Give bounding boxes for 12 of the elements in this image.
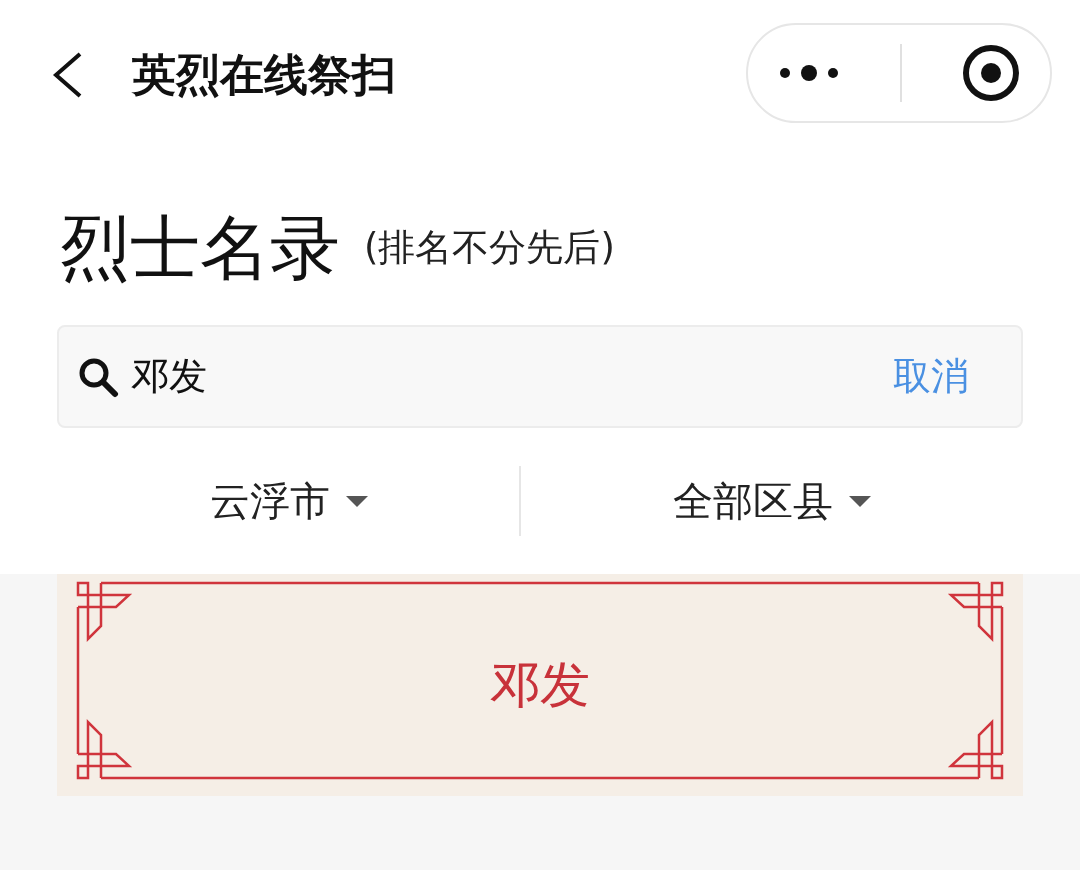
- caret-icon: [345, 495, 368, 507]
- martyr-name: 邓发: [490, 654, 590, 716]
- subtitle: (排名不分先后): [364, 224, 615, 271]
- more-icon[interactable]: [778, 64, 840, 82]
- filter-dropdown[interactable]: 全部区县: [672, 471, 871, 531]
- section-heading: 烈士名录: [60, 212, 340, 283]
- filter-dropdown[interactable]: 云浮市: [209, 471, 368, 531]
- result-card[interactable]: 邓发: [57, 574, 1023, 796]
- page-title: 英烈在线祭扫: [132, 48, 396, 102]
- close-icon[interactable]: [962, 44, 1020, 102]
- caret-icon: [848, 495, 871, 507]
- search-field[interactable]: 邓发 取消: [57, 325, 1023, 428]
